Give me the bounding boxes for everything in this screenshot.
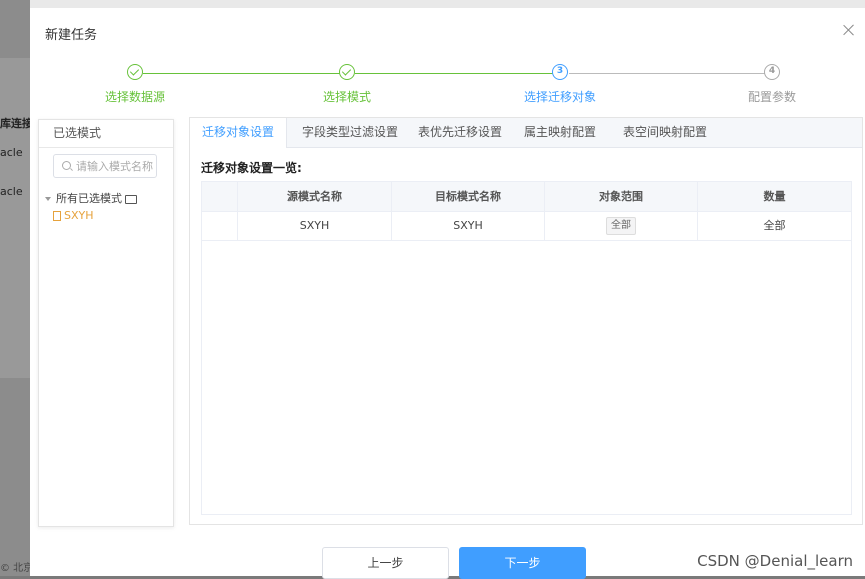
row-index: [202, 211, 238, 240]
folder-icon: [125, 194, 137, 204]
panel-header: 已选模式: [39, 120, 173, 148]
tab-bar: 迁移对象设置 字段类型过滤设置 表优先迁移设置 属主映射配置 表空间映射配置: [190, 118, 862, 148]
target-schema-cell: SXYH: [392, 211, 545, 240]
background-label: acle: [0, 185, 23, 198]
background-label: 库连接: [0, 117, 30, 130]
column-header: [202, 182, 238, 211]
step-2: 选择模式: [287, 64, 407, 105]
schema-search[interactable]: [53, 154, 157, 178]
new-task-dialog: 新建任务 选择数据源 选择模式 3 选择迁移对象 4 配置参数 已选模式 所: [30, 8, 865, 579]
close-icon[interactable]: [841, 22, 857, 38]
step-number: 3: [552, 64, 568, 80]
tab-migration-objects[interactable]: 迁移对象设置: [190, 118, 287, 148]
step-number: 4: [764, 64, 780, 80]
schema-search-input[interactable]: [76, 157, 154, 175]
tree-root-label: 所有已选模式: [56, 192, 122, 205]
step-3: 3 选择迁移对象: [500, 64, 620, 105]
step-label: 选择数据源: [104, 90, 165, 104]
count-cell: 全部: [763, 219, 786, 232]
tab-field-type-filter[interactable]: 字段类型过滤设置: [291, 118, 409, 147]
tree-root[interactable]: 所有已选模式: [45, 190, 137, 206]
caret-down-icon[interactable]: [45, 197, 51, 201]
tree-node[interactable]: SXYH: [53, 209, 94, 222]
previous-step-button[interactable]: 上一步: [322, 547, 449, 579]
step-label: 选择迁移对象: [523, 90, 596, 104]
dialog-title: 新建任务: [45, 28, 98, 43]
scope-cell: 全部: [545, 211, 698, 240]
tree-node-label: SXYH: [64, 209, 94, 222]
column-header: 对象范围: [545, 182, 698, 211]
selected-schemas-panel: 已选模式 所有已选模式 SXYH: [38, 119, 174, 527]
background-footer: © 北京: [0, 563, 30, 574]
column-header: 数量: [763, 190, 786, 203]
migration-table: 源模式名称 目标模式名称 对象范围 数量 SXYH SXYH 全部 全部: [201, 181, 852, 515]
column-header: 源模式名称: [238, 182, 392, 211]
scope-tag[interactable]: 全部: [606, 217, 636, 235]
step-label: 选择模式: [322, 90, 371, 104]
section-title: 迁移对象设置一览:: [201, 161, 302, 175]
tab-tablespace-mapping[interactable]: 表空间映射配置: [615, 118, 715, 147]
background-label: acle: [0, 146, 23, 159]
column-header: 目标模式名称: [392, 182, 545, 211]
step-4: 4 配置参数: [712, 64, 832, 105]
file-icon: [53, 211, 61, 221]
step-label: 配置参数: [747, 90, 796, 104]
next-step-button[interactable]: 下一步: [459, 547, 586, 579]
search-icon: [62, 161, 71, 170]
table-header: 源模式名称 目标模式名称 对象范围 数量: [202, 182, 851, 212]
background-app: 库连接 acle acle © 北京: [0, 0, 30, 576]
tab-table-priority[interactable]: 表优先迁移设置: [412, 118, 508, 147]
watermark: CSDN @Denial_learn: [697, 552, 853, 570]
background-topbar: [0, 0, 865, 8]
steps-progress: 选择数据源 选择模式 3 选择迁移对象 4 配置参数: [30, 64, 865, 114]
step-1: 选择数据源: [75, 64, 195, 105]
check-icon: [127, 64, 143, 80]
source-schema-cell: SXYH: [238, 211, 392, 240]
tab-owner-mapping[interactable]: 属主映射配置: [515, 118, 605, 147]
background-panel: [0, 58, 30, 378]
check-icon: [339, 64, 355, 80]
table-row[interactable]: SXYH SXYH 全部 全部: [202, 211, 851, 241]
config-panel: 迁移对象设置 字段类型过滤设置 表优先迁移设置 属主映射配置 表空间映射配置 迁…: [189, 117, 863, 525]
